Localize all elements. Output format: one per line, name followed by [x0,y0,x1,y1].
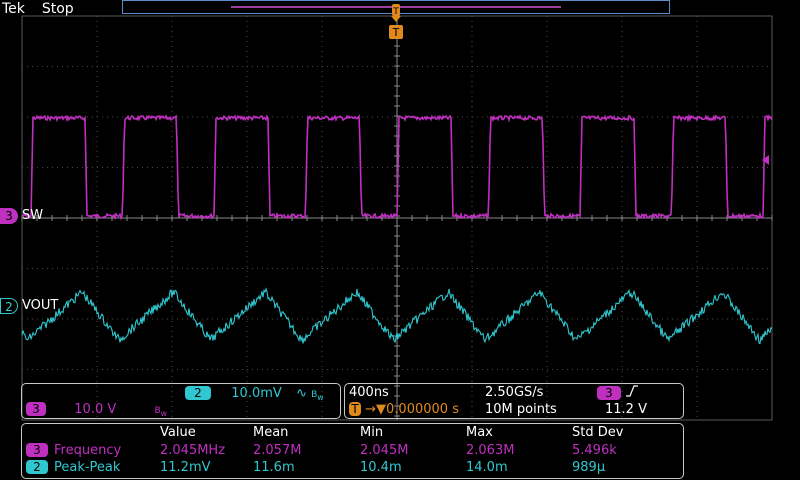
measurement-header: Max [466,425,493,440]
measurement-value: 2.045MHz [160,443,226,458]
measurement-value: 5.496k [572,443,617,458]
bandwidth-limit-icon: Bw [154,406,167,418]
horizontal-delay[interactable]: →▼0.000000 s [365,402,459,417]
measurements-panel[interactable]: Value Mean Min Max Std Dev 3 Frequency 2.045MHz… [21,423,684,479]
measurement-source-badge[interactable]: 3 [26,443,48,457]
measurement-value: 2.045M [360,443,409,458]
trigger-level-marker[interactable] [762,155,769,165]
graticule [21,15,773,421]
timebase-scale[interactable]: 400ns [349,385,389,401]
measurement-name[interactable]: Frequency [54,442,121,459]
horizontal-settings-panel[interactable]: 400ns 2.50GS/s 3 T →▼0.000000 s 10M poin… [344,383,684,419]
measurement-value: 989μ [572,460,606,475]
ch3-label: SW [22,208,44,223]
ch3-scale[interactable]: 10.0 V [74,402,116,417]
ch2-label: VOUT [22,298,59,313]
ch2-scale[interactable]: 10.0mV [231,386,282,401]
measurement-value: 14.0m [466,460,508,475]
rising-edge-icon [626,385,639,397]
ch2-ground-marker[interactable]: 2 [0,298,18,314]
measurement-value: 2.057M [253,443,302,458]
measurement-value: 2.063M [466,443,515,458]
measurement-header: Mean [253,425,289,440]
delay-icon: T [349,402,361,416]
measurement-header: Min [360,425,384,440]
ac-coupling-icon: ∿ [296,386,307,401]
ch2-badge[interactable]: 2 [185,386,211,400]
measurement-header: Std Dev [572,425,624,440]
trigger-level[interactable]: 11.2 V [605,402,647,418]
trigger-marker-top: T [392,7,399,17]
record-length[interactable]: 10M points [485,402,557,418]
measurement-value: 11.2mV [160,460,211,475]
bandwidth-limit-icon: Bw [311,390,324,402]
trigger-marker-bottom: T [392,26,400,39]
trigger-source-badge[interactable]: 3 [597,386,621,400]
trigger-position-indicator[interactable]: T T [388,2,404,40]
measurement-header: Value [160,425,196,440]
measurement-value: 11.6m [253,460,295,475]
sample-rate[interactable]: 2.50GS/s [485,385,543,401]
ch3-badge[interactable]: 3 [26,402,46,416]
ch3-ground-marker[interactable]: 3 [0,208,18,224]
measurement-source-badge[interactable]: 2 [26,460,48,474]
measurement-value: 10.4m [360,460,402,475]
vertical-settings-panel[interactable]: 2 10.0mV ∿ Bw 3 10.0 V Bw [21,383,341,419]
measurement-name[interactable]: Peak-Peak [54,459,120,476]
